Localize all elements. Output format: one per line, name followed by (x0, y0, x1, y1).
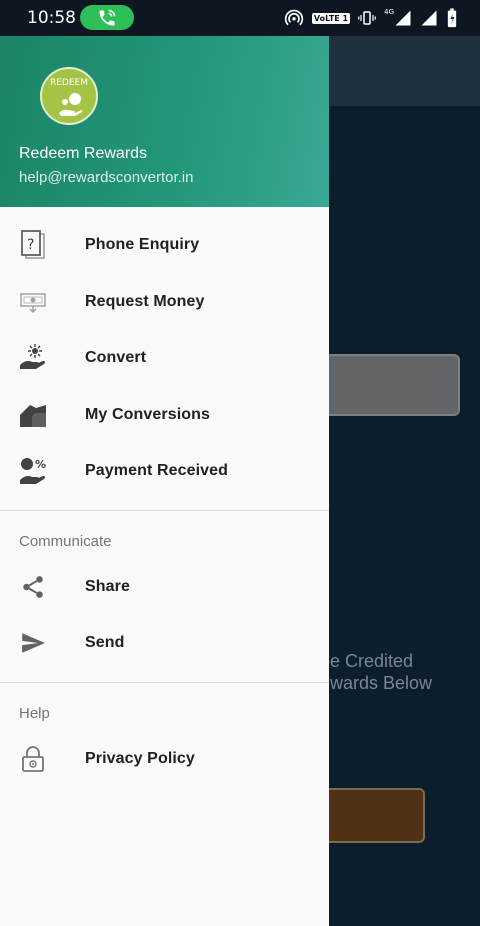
convert-hand-icon (18, 343, 48, 373)
menu-item-label: Payment Received (85, 462, 229, 480)
menu-item-request-money[interactable]: Request Money (0, 274, 329, 331)
section-header-help: Help (19, 704, 50, 722)
menu-item-label: Request Money (85, 292, 205, 310)
menu-item-phone-enquiry[interactable]: ? Phone Enquiry (0, 217, 329, 274)
phone-enquiry-icon: ? (18, 230, 48, 260)
drawer-menu: ? Phone Enquiry Request Money Convert My… (0, 207, 329, 787)
svg-text:%: % (35, 458, 46, 471)
network-type: 4G (384, 8, 394, 16)
signal-icon (395, 10, 411, 26)
hotspot-icon (284, 9, 303, 26)
support-email[interactable]: help@rewardsconvertor.in (19, 169, 193, 186)
menu-item-send[interactable]: Send (0, 615, 329, 672)
vibrate-icon (358, 11, 376, 25)
status-bar: 10:58 VoLTE 1 4G (0, 0, 480, 36)
lock-icon (18, 744, 48, 774)
signal-2-icon (421, 10, 437, 26)
menu-item-share[interactable]: Share (0, 559, 329, 616)
money-note-icon (18, 287, 48, 317)
status-time: 10:58 (27, 8, 76, 28)
status-icons: VoLTE 1 4G (284, 7, 458, 29)
logo-text: REDEEM (49, 78, 88, 88)
menu-item-label: Privacy Policy (85, 749, 195, 767)
send-icon (18, 628, 48, 658)
menu-item-payment-received[interactable]: % Payment Received (0, 443, 329, 500)
app-logo: REDEEM (40, 67, 98, 125)
menu-item-label: Send (85, 634, 125, 652)
volte-badge: VoLTE 1 (311, 12, 351, 24)
ongoing-call-pill[interactable] (80, 5, 134, 30)
menu-item-label: Share (85, 577, 130, 595)
share-icon (18, 572, 48, 602)
menu-item-label: Convert (85, 349, 147, 367)
battery-icon (447, 8, 457, 28)
menu-item-label: My Conversions (85, 405, 210, 423)
app-name: Redeem Rewards (19, 145, 148, 162)
drawer-header: REDEEM Redeem Rewards help@rewardsconver… (0, 36, 329, 207)
menu-item-privacy-policy[interactable]: Privacy Policy (0, 731, 329, 788)
house-icon (18, 400, 48, 430)
svg-text:?: ? (27, 237, 34, 253)
menu-item-convert[interactable]: Convert (0, 330, 329, 387)
phone-call-icon (99, 9, 116, 26)
section-header-communicate: Communicate (19, 532, 112, 550)
coin-hand-icon (59, 93, 83, 116)
payment-received-icon: % (18, 456, 48, 486)
navigation-drawer: REDEEM Redeem Rewards help@rewardsconver… (0, 36, 329, 926)
menu-item-my-conversions[interactable]: My Conversions (0, 387, 329, 444)
menu-item-label: Phone Enquiry (85, 236, 200, 254)
